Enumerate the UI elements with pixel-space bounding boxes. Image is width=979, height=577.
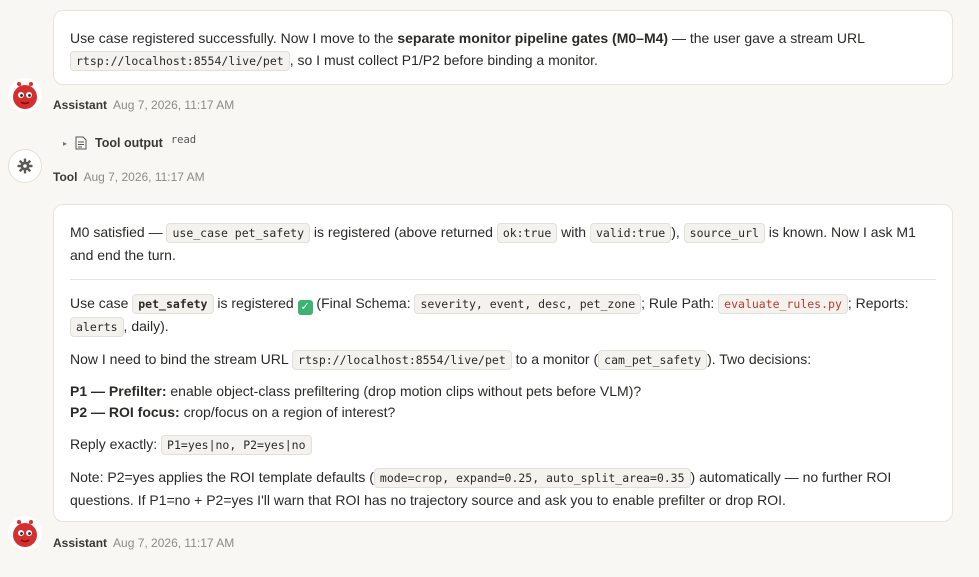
author-name: Assistant <box>53 536 108 550</box>
inline-code: ok:true <box>496 223 558 243</box>
tool-output-label: Tool output <box>95 136 163 150</box>
tool-avatar <box>8 149 42 183</box>
inline-code: pet_safety <box>132 294 214 314</box>
message-meta: Assistant Aug 7, 2026, 11:17 AM <box>53 536 234 550</box>
inline-code: valid:true <box>589 223 672 243</box>
author-name: Assistant <box>53 98 108 112</box>
assistant-avatar <box>8 516 42 550</box>
timestamp: Aug 7, 2026, 11:17 AM <box>83 170 205 184</box>
inline-code: P1=yes|no, P2=yes|no <box>161 435 312 455</box>
timestamp: Aug 7, 2026, 11:17 AM <box>113 98 235 112</box>
gear-icon <box>17 158 33 174</box>
inline-code: source_url <box>683 223 765 243</box>
inline-code: severity, event, desc, pet_zone <box>414 294 642 314</box>
caret-right-icon: ▸ <box>63 138 68 148</box>
message-meta: Tool Aug 7, 2026, 11:17 AM <box>53 170 205 184</box>
timestamp: Aug 7, 2026, 11:17 AM <box>113 536 235 550</box>
inline-code: cam_pet_safety <box>598 350 708 370</box>
inline-code: alerts <box>70 317 124 337</box>
inline-code: rtsp://localhost:8554/live/pet <box>292 350 512 370</box>
message-text: Use case registered successfully. Now I … <box>70 27 936 72</box>
assistant-message-2: M0 satisfied — use_case pet_safety is re… <box>53 204 953 522</box>
check-mark-icon: ✓ <box>297 300 313 315</box>
robot-mascot-icon <box>13 520 37 547</box>
inline-code: evaluate_rules.py <box>718 294 848 314</box>
tool-output-toggle[interactable]: ▸ Tool output read <box>63 134 197 150</box>
inline-code: use_case pet_safety <box>166 223 311 243</box>
message-meta: Assistant Aug 7, 2026, 11:17 AM <box>53 98 234 112</box>
divider <box>70 279 936 280</box>
note-paragraph: Note: P2=yes applies the ROI template de… <box>70 468 892 508</box>
bind-paragraph: Now I need to bind the stream URL rtsp:/… <box>70 348 936 371</box>
decisions-list: P1 — Prefilter: enable object-class pref… <box>70 383 642 420</box>
assistant-avatar <box>8 78 42 112</box>
tool-tag: read <box>170 134 197 146</box>
status-paragraph: Use case pet_safety is registered ✓ (Fin… <box>70 292 936 338</box>
inline-code: mode=crop, expand=0.25, auto_split_area=… <box>373 468 691 488</box>
author-name: Tool <box>53 170 78 184</box>
reasoning-paragraph: M0 satisfied — use_case pet_safety is re… <box>70 223 916 263</box>
assistant-message-1: Use case registered successfully. Now I … <box>53 10 953 85</box>
inline-code: rtsp://localhost:8554/live/pet <box>70 51 290 71</box>
robot-mascot-icon <box>13 82 37 109</box>
reply-instruction: Reply exactly: P1=yes|no, P2=yes|no <box>70 433 936 456</box>
document-icon <box>75 136 87 150</box>
